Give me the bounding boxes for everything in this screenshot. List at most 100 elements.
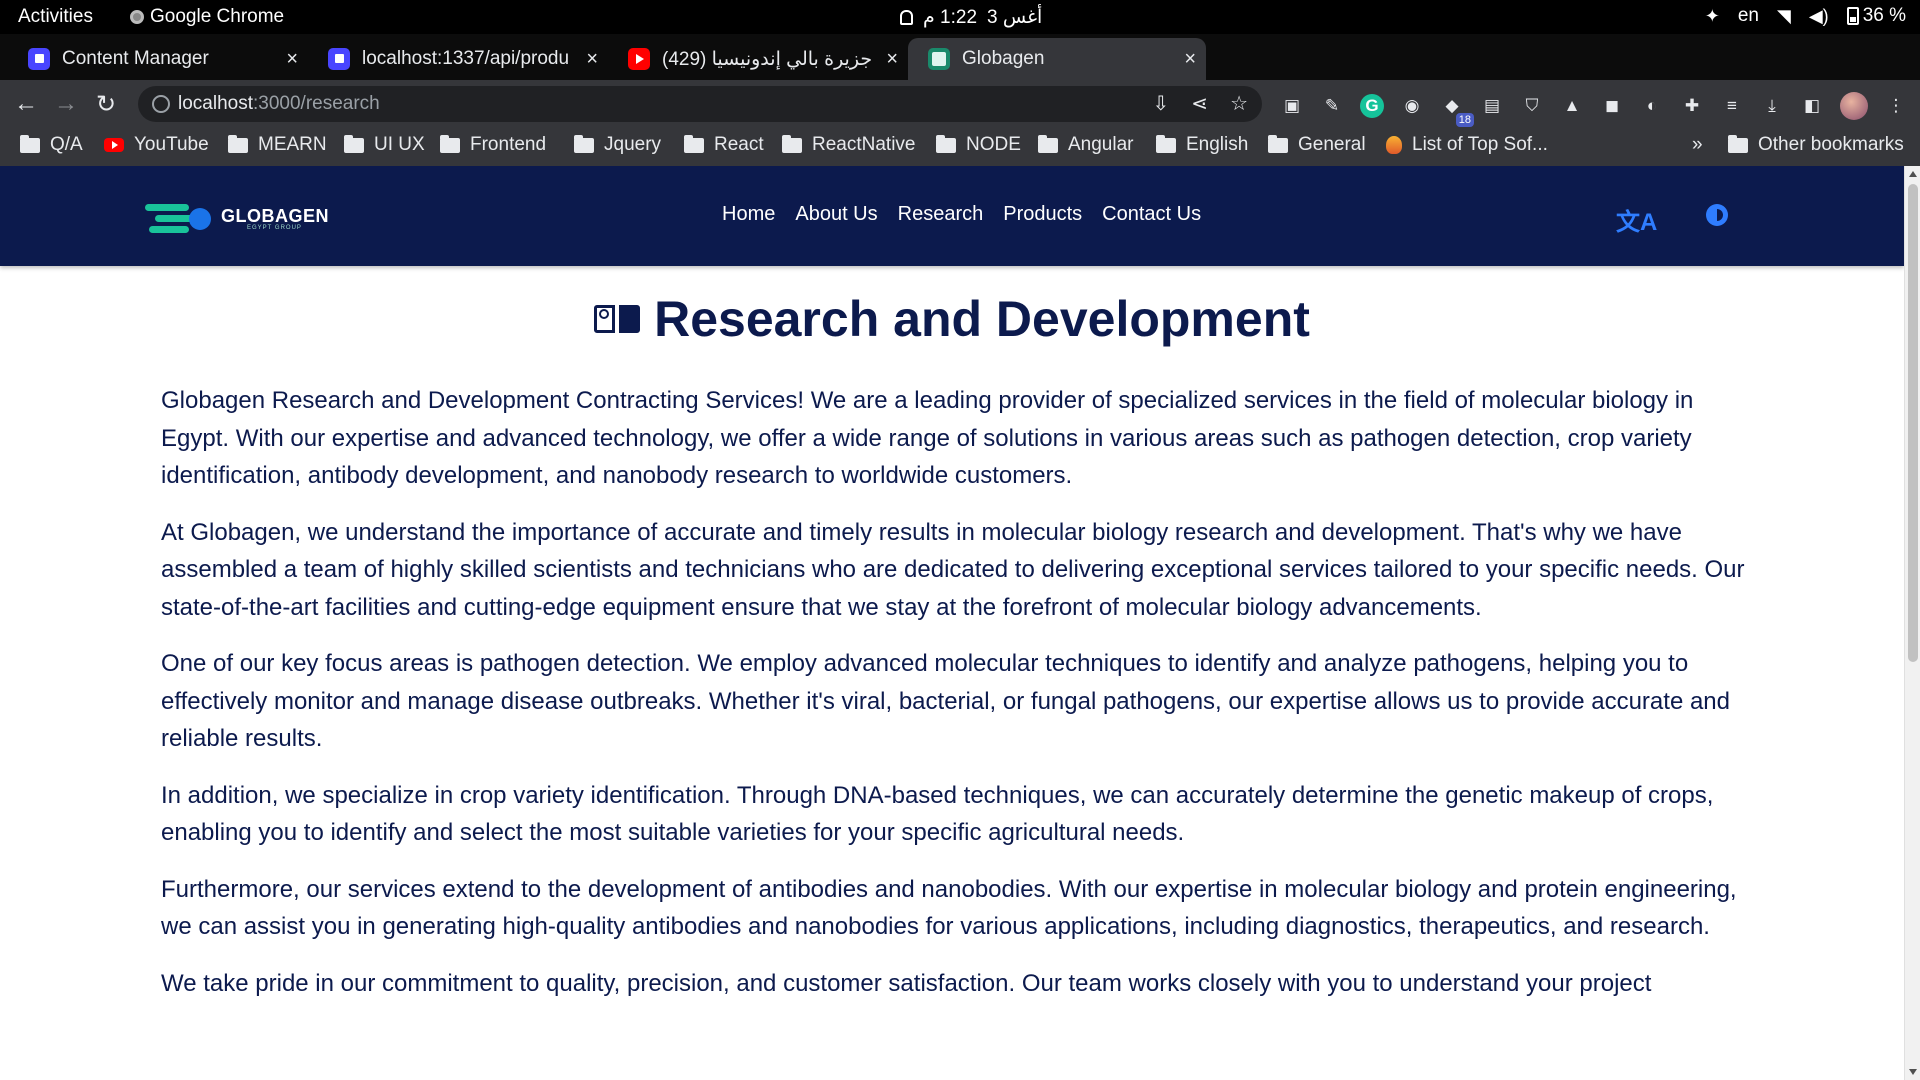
strapi-icon xyxy=(28,48,50,70)
docs-extension-icon[interactable]: ▤ xyxy=(1480,94,1504,118)
nav-contact-us[interactable]: Contact Us xyxy=(1102,203,1201,226)
folder-icon xyxy=(344,134,364,153)
download-icon[interactable]: ⤓ xyxy=(1760,94,1784,118)
close-icon[interactable]: × xyxy=(286,48,298,71)
star-icon[interactable]: ☆ xyxy=(1230,91,1248,116)
folder-icon xyxy=(20,134,40,153)
volume-icon: ◀) xyxy=(1808,5,1829,26)
bookmark-reactnative[interactable]: ReactNative xyxy=(782,134,916,156)
avatar[interactable] xyxy=(1840,92,1868,120)
nav-research[interactable]: Research xyxy=(898,203,984,226)
url-text[interactable]: localhost:3000/research xyxy=(178,93,380,115)
tab-content-manager[interactable]: Content Manager × xyxy=(8,38,308,80)
nav-home[interactable]: Home xyxy=(722,203,775,226)
bookmark-list-of-top-software[interactable]: List of Top Sof... xyxy=(1386,134,1548,156)
system-tray[interactable]: ✦ en ◥ ◀) 36 % xyxy=(1705,5,1906,27)
strapi-icon xyxy=(328,48,350,70)
triangle-extension-icon[interactable]: ▲ xyxy=(1560,94,1584,118)
address-bar[interactable]: localhost:3000/research ⇩ ⋖ ☆ xyxy=(138,86,1262,122)
copy-extension-icon[interactable]: ▣ xyxy=(1280,94,1304,118)
puzzle-icon[interactable]: ✚ xyxy=(1680,94,1704,118)
book-search-icon xyxy=(594,301,641,337)
shield-icon[interactable]: ⛉ xyxy=(1520,94,1544,118)
nav-about-us[interactable]: About Us xyxy=(795,203,877,226)
paragraph-quality: We take pride in our commitment to quali… xyxy=(161,969,1652,997)
site-icon xyxy=(1386,136,1402,154)
paragraph-crop: In addition, we specialize in crop varie… xyxy=(161,781,1714,847)
bookmark-english[interactable]: English xyxy=(1156,134,1248,156)
side-panel-icon[interactable]: ◧ xyxy=(1800,94,1824,118)
install-icon[interactable]: ⇩ xyxy=(1153,91,1170,116)
bookmark-frontend[interactable]: Frontend xyxy=(440,134,546,156)
paragraph-team: At Globagen, we understand the importanc… xyxy=(161,518,1745,621)
counter-extension-icon[interactable]: ◆ 18 xyxy=(1440,94,1474,127)
folder-icon xyxy=(1038,134,1058,153)
bookmark-mearn[interactable]: MEARN xyxy=(228,134,327,156)
eyedropper-extension-icon[interactable]: ✎ xyxy=(1320,94,1344,118)
tab-title: Globagen xyxy=(962,48,1045,69)
globagen-icon xyxy=(928,48,950,70)
scroll-down-icon[interactable] xyxy=(1909,1069,1917,1075)
app-menu[interactable]: Google Chrome xyxy=(130,6,284,28)
bookmark-angular[interactable]: Angular xyxy=(1038,134,1134,156)
circle-extension-icon[interactable]: ◉ xyxy=(1400,94,1424,118)
system-top-bar: Activities Google Chrome أغس 3 1:22 م ✦ … xyxy=(0,0,1920,34)
tab-api-products[interactable]: localhost:1337/api/produ × xyxy=(308,38,608,80)
close-icon[interactable]: × xyxy=(886,48,898,71)
square-extension-icon[interactable]: ◼ xyxy=(1600,94,1624,118)
other-bookmarks[interactable]: Other bookmarks xyxy=(1728,134,1904,156)
page-scrollbar[interactable] xyxy=(1904,166,1920,1080)
folder-icon xyxy=(782,134,802,153)
site-logo[interactable]: GLOBAGEN EGYPT GROUP xyxy=(145,200,329,238)
page-title-text: Research and Development xyxy=(654,291,1310,347)
scroll-up-icon[interactable] xyxy=(1909,171,1917,177)
share-icon[interactable]: ⋖ xyxy=(1191,91,1208,116)
folder-icon xyxy=(1156,134,1176,153)
tab-globagen[interactable]: Globagen × xyxy=(908,38,1206,80)
back-icon[interactable]: ← xyxy=(14,90,38,118)
language-indicator[interactable]: en xyxy=(1738,5,1759,27)
info-icon[interactable] xyxy=(152,95,170,113)
page-title: Research and Development xyxy=(0,290,1904,348)
bookmarks-overflow-button[interactable]: » xyxy=(1692,134,1703,156)
reload-icon[interactable]: ↻ xyxy=(96,90,116,119)
bookmark-node[interactable]: NODE xyxy=(936,134,1021,156)
battery-percent: 36 % xyxy=(1862,5,1906,26)
activities-button[interactable]: Activities xyxy=(18,6,93,28)
close-icon[interactable]: × xyxy=(1184,48,1196,71)
bookmark-jquery[interactable]: Jquery xyxy=(574,134,661,156)
close-icon[interactable]: × xyxy=(586,48,598,71)
tab-title: Content Manager xyxy=(62,48,209,69)
tab-title: localhost:1337/api/produ xyxy=(362,48,570,69)
theme-toggle-icon[interactable] xyxy=(1706,204,1728,226)
battery-indicator: 36 % xyxy=(1846,5,1906,27)
folder-icon xyxy=(936,134,956,153)
paragraph-pathogen: One of our key focus areas is pathogen d… xyxy=(161,650,1730,752)
youtube-icon xyxy=(628,48,650,70)
toggle-extension-icon[interactable]: ◐ xyxy=(1640,94,1664,118)
bookmark-general[interactable]: General xyxy=(1268,134,1366,156)
nav-products[interactable]: Products xyxy=(1003,203,1082,226)
bookmark-qa[interactable]: Q/A xyxy=(20,134,83,156)
forward-icon[interactable]: → xyxy=(54,90,78,118)
bookmark-uiux[interactable]: UI UX xyxy=(344,134,425,156)
folder-icon xyxy=(440,134,460,153)
bookmarks-bar: Q/A YouTube MEARN UI UX Frontend Jquery … xyxy=(0,128,1920,166)
media-list-icon[interactable]: ≡ xyxy=(1720,94,1744,118)
bookmark-youtube[interactable]: YouTube xyxy=(104,134,209,156)
kebab-menu-icon[interactable]: ⋮ xyxy=(1884,94,1908,118)
site-nav: Home About Us Research Products Contact … xyxy=(722,203,1201,226)
bookmark-react[interactable]: React xyxy=(684,134,764,156)
folder-icon xyxy=(684,134,704,153)
clock-date: أغس 3 xyxy=(987,7,1043,28)
paragraph-antibodies: Furthermore, our services extend to the … xyxy=(161,875,1737,941)
wifi-icon: ◥ xyxy=(1777,5,1791,26)
accessibility-icon[interactable]: ✦ xyxy=(1705,6,1720,27)
chrome-icon xyxy=(130,10,144,24)
tab-youtube[interactable]: (429) جزيرة بالي إندونيسيا e × xyxy=(608,38,908,80)
youtube-icon xyxy=(104,138,124,152)
clock[interactable]: أغس 3 1:22 م xyxy=(900,6,1042,29)
scroll-thumb[interactable] xyxy=(1908,184,1918,662)
translate-icon[interactable]: 文A xyxy=(1616,202,1657,237)
grammarly-icon[interactable]: G xyxy=(1360,94,1384,118)
